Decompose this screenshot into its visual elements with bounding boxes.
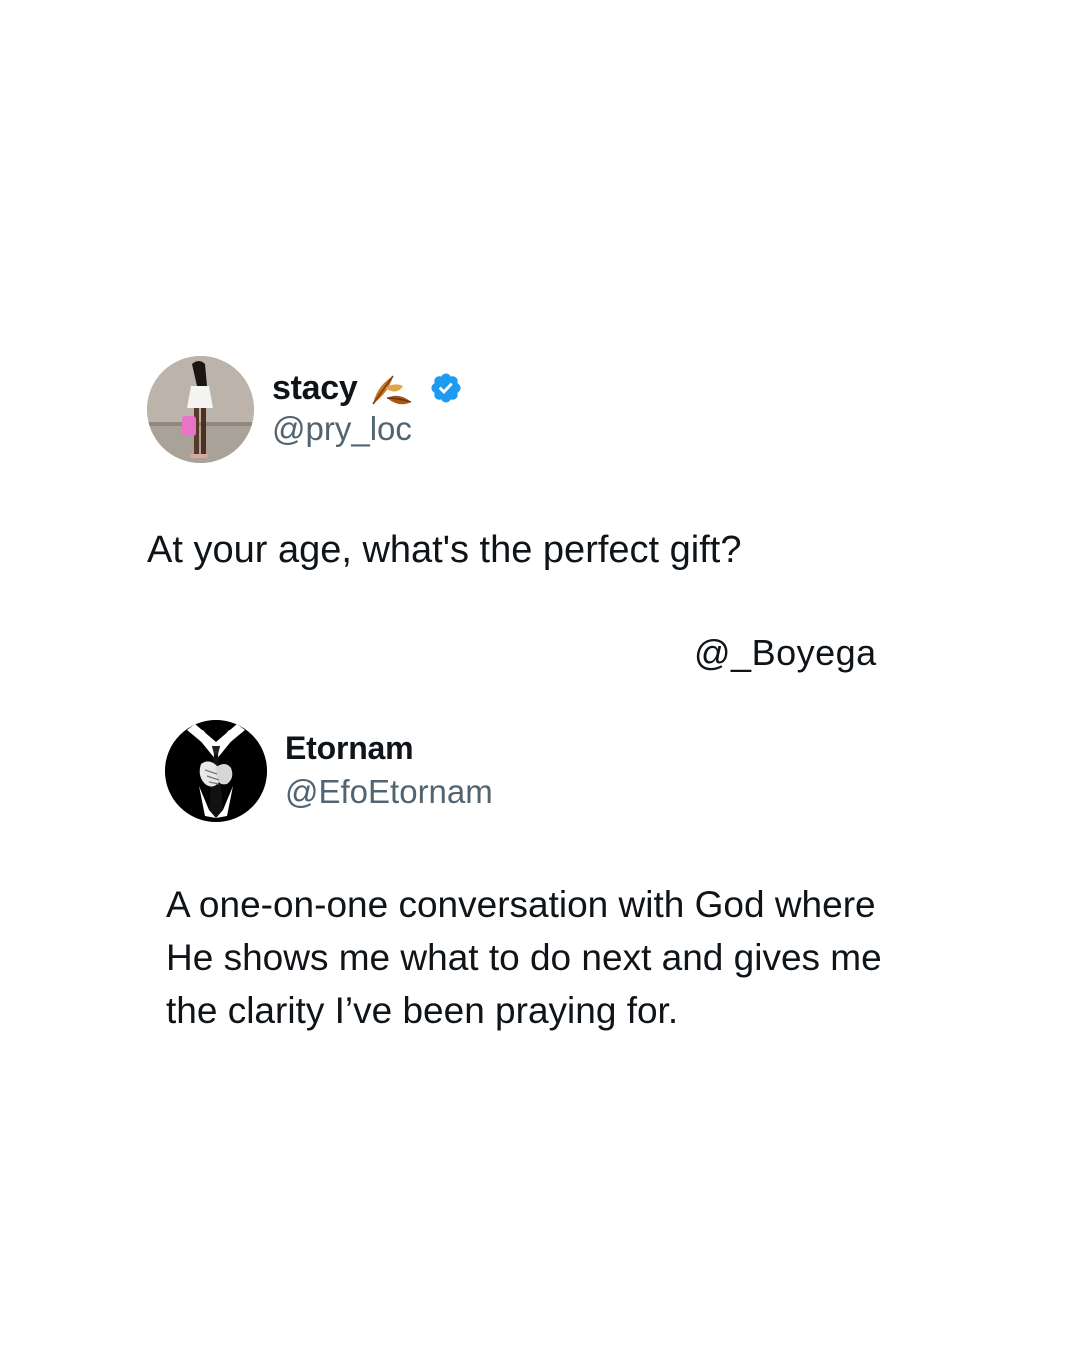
reply-text-line: He shows me what to do next and gives me xyxy=(166,937,882,978)
author-handle[interactable]: @EfoEtornam xyxy=(285,773,493,811)
avatar-photo xyxy=(147,356,254,463)
verified-badge-icon xyxy=(429,371,463,405)
author-name[interactable]: Etornam xyxy=(285,730,414,767)
author-handle[interactable]: @pry_loc xyxy=(272,410,412,448)
avatar-suit-icon xyxy=(165,720,267,822)
watermark-credit: @_Boyega xyxy=(694,632,877,673)
tweet-text: At your age, what's the perfect gift? xyxy=(147,529,742,571)
reply-text-line: A one-on-one conversation with God where xyxy=(166,884,876,925)
reply-text-line: the clarity I’ve been praying for. xyxy=(166,990,679,1031)
fallen-leaf-icon xyxy=(367,364,415,412)
author-name[interactable]: stacy xyxy=(272,369,358,408)
avatar-stacy[interactable] xyxy=(147,356,254,463)
author-name-row[interactable]: stacy xyxy=(272,364,463,412)
reply-text: A one-on-one conversation with God where… xyxy=(166,878,966,1037)
avatar-etornam[interactable] xyxy=(165,720,267,822)
